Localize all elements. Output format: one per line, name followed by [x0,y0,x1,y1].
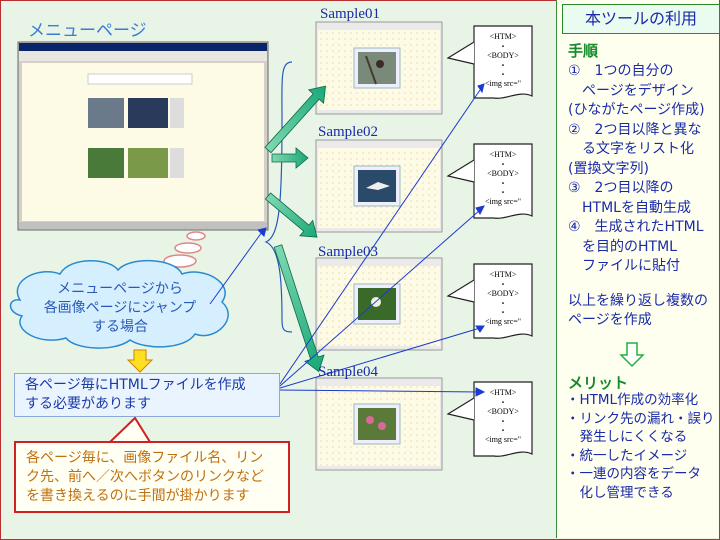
warning-line-2: ク先、前へ／次へボタンのリンクなど [26,469,264,485]
code-line: ・ [499,160,507,169]
code-line: <img src=" [484,317,522,326]
code-line: ・ [499,188,507,197]
code-document-3: <HTM> ・ <BODY> ・・ <img src=" [474,270,532,326]
code-line: <img src=" [484,79,522,88]
code-line: <HTM> [489,270,517,279]
info-line-2: する必要があります [25,396,151,412]
yellow-down-arrow [126,349,154,373]
cloud-text: メニューページから 各画像ページにジャンプ する場合 [30,280,210,337]
sample03-label: Sample03 [318,244,378,260]
code-line: <BODY> [487,407,519,416]
warning-pointer [107,416,152,443]
code-document-2: <HTM> ・ <BODY> ・・ <img src=" [474,150,532,206]
info-box: 各ページ毎にHTMLファイルを作成 する必要があります [14,373,280,417]
cloud-line-1: メニューページから [57,281,183,297]
code-line: ・ [499,299,507,308]
code-line: <HTM> [489,388,517,397]
speech-tails [446,41,475,421]
code-line: ・ [499,417,507,426]
code-line: ・ [499,42,507,51]
code-line: ・ [499,426,507,435]
sample02-thumbnail [315,139,443,233]
code-line: <BODY> [487,289,519,298]
sample01-label: Sample01 [320,6,380,22]
code-line: ・ [499,179,507,188]
sample02-label: Sample02 [318,124,378,140]
code-line: <HTM> [489,150,517,159]
thought-bubbles [163,231,206,268]
warning-line-1: 各ページ毎に、画像ファイル名、リン [26,450,264,466]
code-line: <BODY> [487,51,519,60]
menu-page-screenshot [17,41,269,231]
info-line-1: 各ページ毎にHTMLファイルを作成 [25,377,246,393]
warning-box: 各ページ毎に、画像ファイル名、リン ク先、前へ／次へボタンのリンクなど を書き換… [14,441,290,513]
cloud-line-3: する場合 [92,319,148,335]
code-document-1: <HTM> ・ <BODY> ・・ <img src=" [474,32,532,88]
panel-down-arrow [619,342,645,368]
menu-page-title: メニューページ [28,21,147,41]
warning-line-3: を書き換えるのに手間が掛かります [26,488,250,504]
code-line: ・ [499,308,507,317]
code-line: ・ [499,70,507,79]
sample04-label: Sample04 [318,364,378,380]
code-line: ・ [499,398,507,407]
code-line: <BODY> [487,169,519,178]
code-line: <img src=" [484,435,522,444]
code-line: <img src=" [484,197,522,206]
cloud-line-2: 各画像ページにジャンプ [43,300,197,316]
sample01-thumbnail [315,21,443,115]
code-document-4: <HTM> ・ <BODY> ・・ <img src=" [474,388,532,444]
code-line: ・ [499,280,507,289]
code-line: ・ [499,61,507,70]
code-line: <HTM> [489,32,517,41]
